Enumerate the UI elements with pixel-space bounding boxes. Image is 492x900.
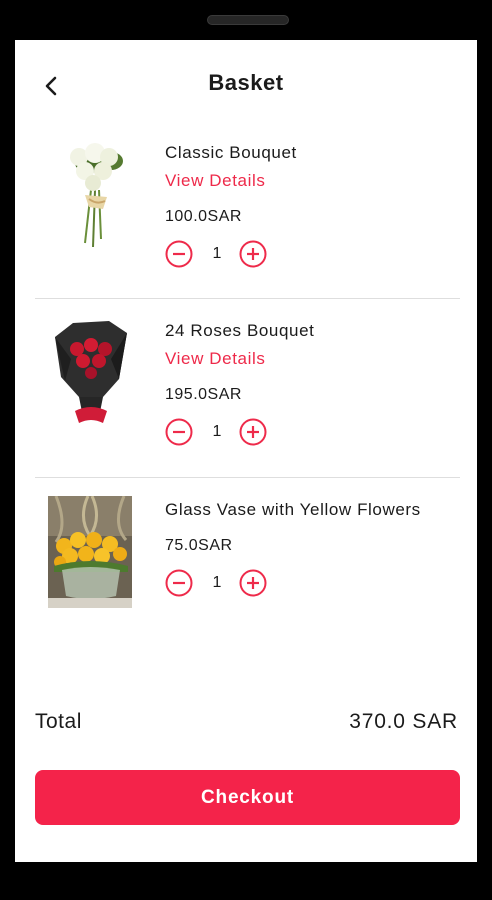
product-image: [48, 496, 132, 608]
minus-circle-icon: [165, 418, 193, 446]
decrease-quantity-button[interactable]: [165, 240, 193, 268]
quantity-stepper: 1: [165, 240, 275, 272]
item-name: Glass Vase with Yellow Flowers: [165, 500, 421, 519]
quantity-value: 1: [212, 245, 222, 262]
decrease-quantity-button[interactable]: [165, 418, 193, 446]
phone-frame: Basket Classic Bouquet View Details 100.…: [0, 0, 492, 900]
item-name: Classic Bouquet: [165, 143, 297, 162]
increase-quantity-button[interactable]: [239, 240, 267, 268]
phone-speaker: [207, 15, 289, 25]
basket-item-24-roses-bouquet: 24 Roses Bouquet View Details 195.0SAR 1: [35, 313, 460, 473]
header: Basket: [15, 40, 477, 130]
total-label: Total: [35, 710, 82, 733]
basket-item-classic-bouquet: Classic Bouquet View Details 100.0SAR 1: [35, 135, 460, 295]
plus-circle-icon: [239, 418, 267, 446]
plus-circle-icon: [239, 569, 267, 597]
item-price: 100.0SAR: [165, 208, 242, 225]
quantity-value: 1: [212, 574, 222, 591]
plus-circle-icon: [239, 240, 267, 268]
view-details-link[interactable]: View Details: [165, 171, 265, 191]
basket-screen: Basket Classic Bouquet View Details 100.…: [15, 40, 477, 862]
basket-item-glass-vase: Glass Vase with Yellow Flowers 75.0SAR 1: [35, 492, 460, 622]
quantity-value: 1: [212, 423, 222, 440]
quantity-stepper: 1: [165, 418, 275, 450]
product-image: [70, 143, 123, 248]
item-price: 75.0SAR: [165, 537, 233, 554]
item-price: 195.0SAR: [165, 386, 242, 403]
divider: [35, 477, 460, 478]
view-details-link[interactable]: View Details: [165, 349, 265, 369]
page-title: Basket: [208, 70, 284, 95]
minus-circle-icon: [165, 569, 193, 597]
decrease-quantity-button[interactable]: [165, 569, 193, 597]
item-name: 24 Roses Bouquet: [165, 321, 315, 340]
minus-circle-icon: [165, 240, 193, 268]
increase-quantity-button[interactable]: [239, 418, 267, 446]
product-image: [55, 321, 127, 423]
total-value: 370.0 SAR: [349, 710, 458, 733]
checkout-button[interactable]: Checkout: [35, 770, 460, 825]
increase-quantity-button[interactable]: [239, 569, 267, 597]
quantity-stepper: 1: [165, 569, 275, 601]
divider: [35, 298, 460, 299]
